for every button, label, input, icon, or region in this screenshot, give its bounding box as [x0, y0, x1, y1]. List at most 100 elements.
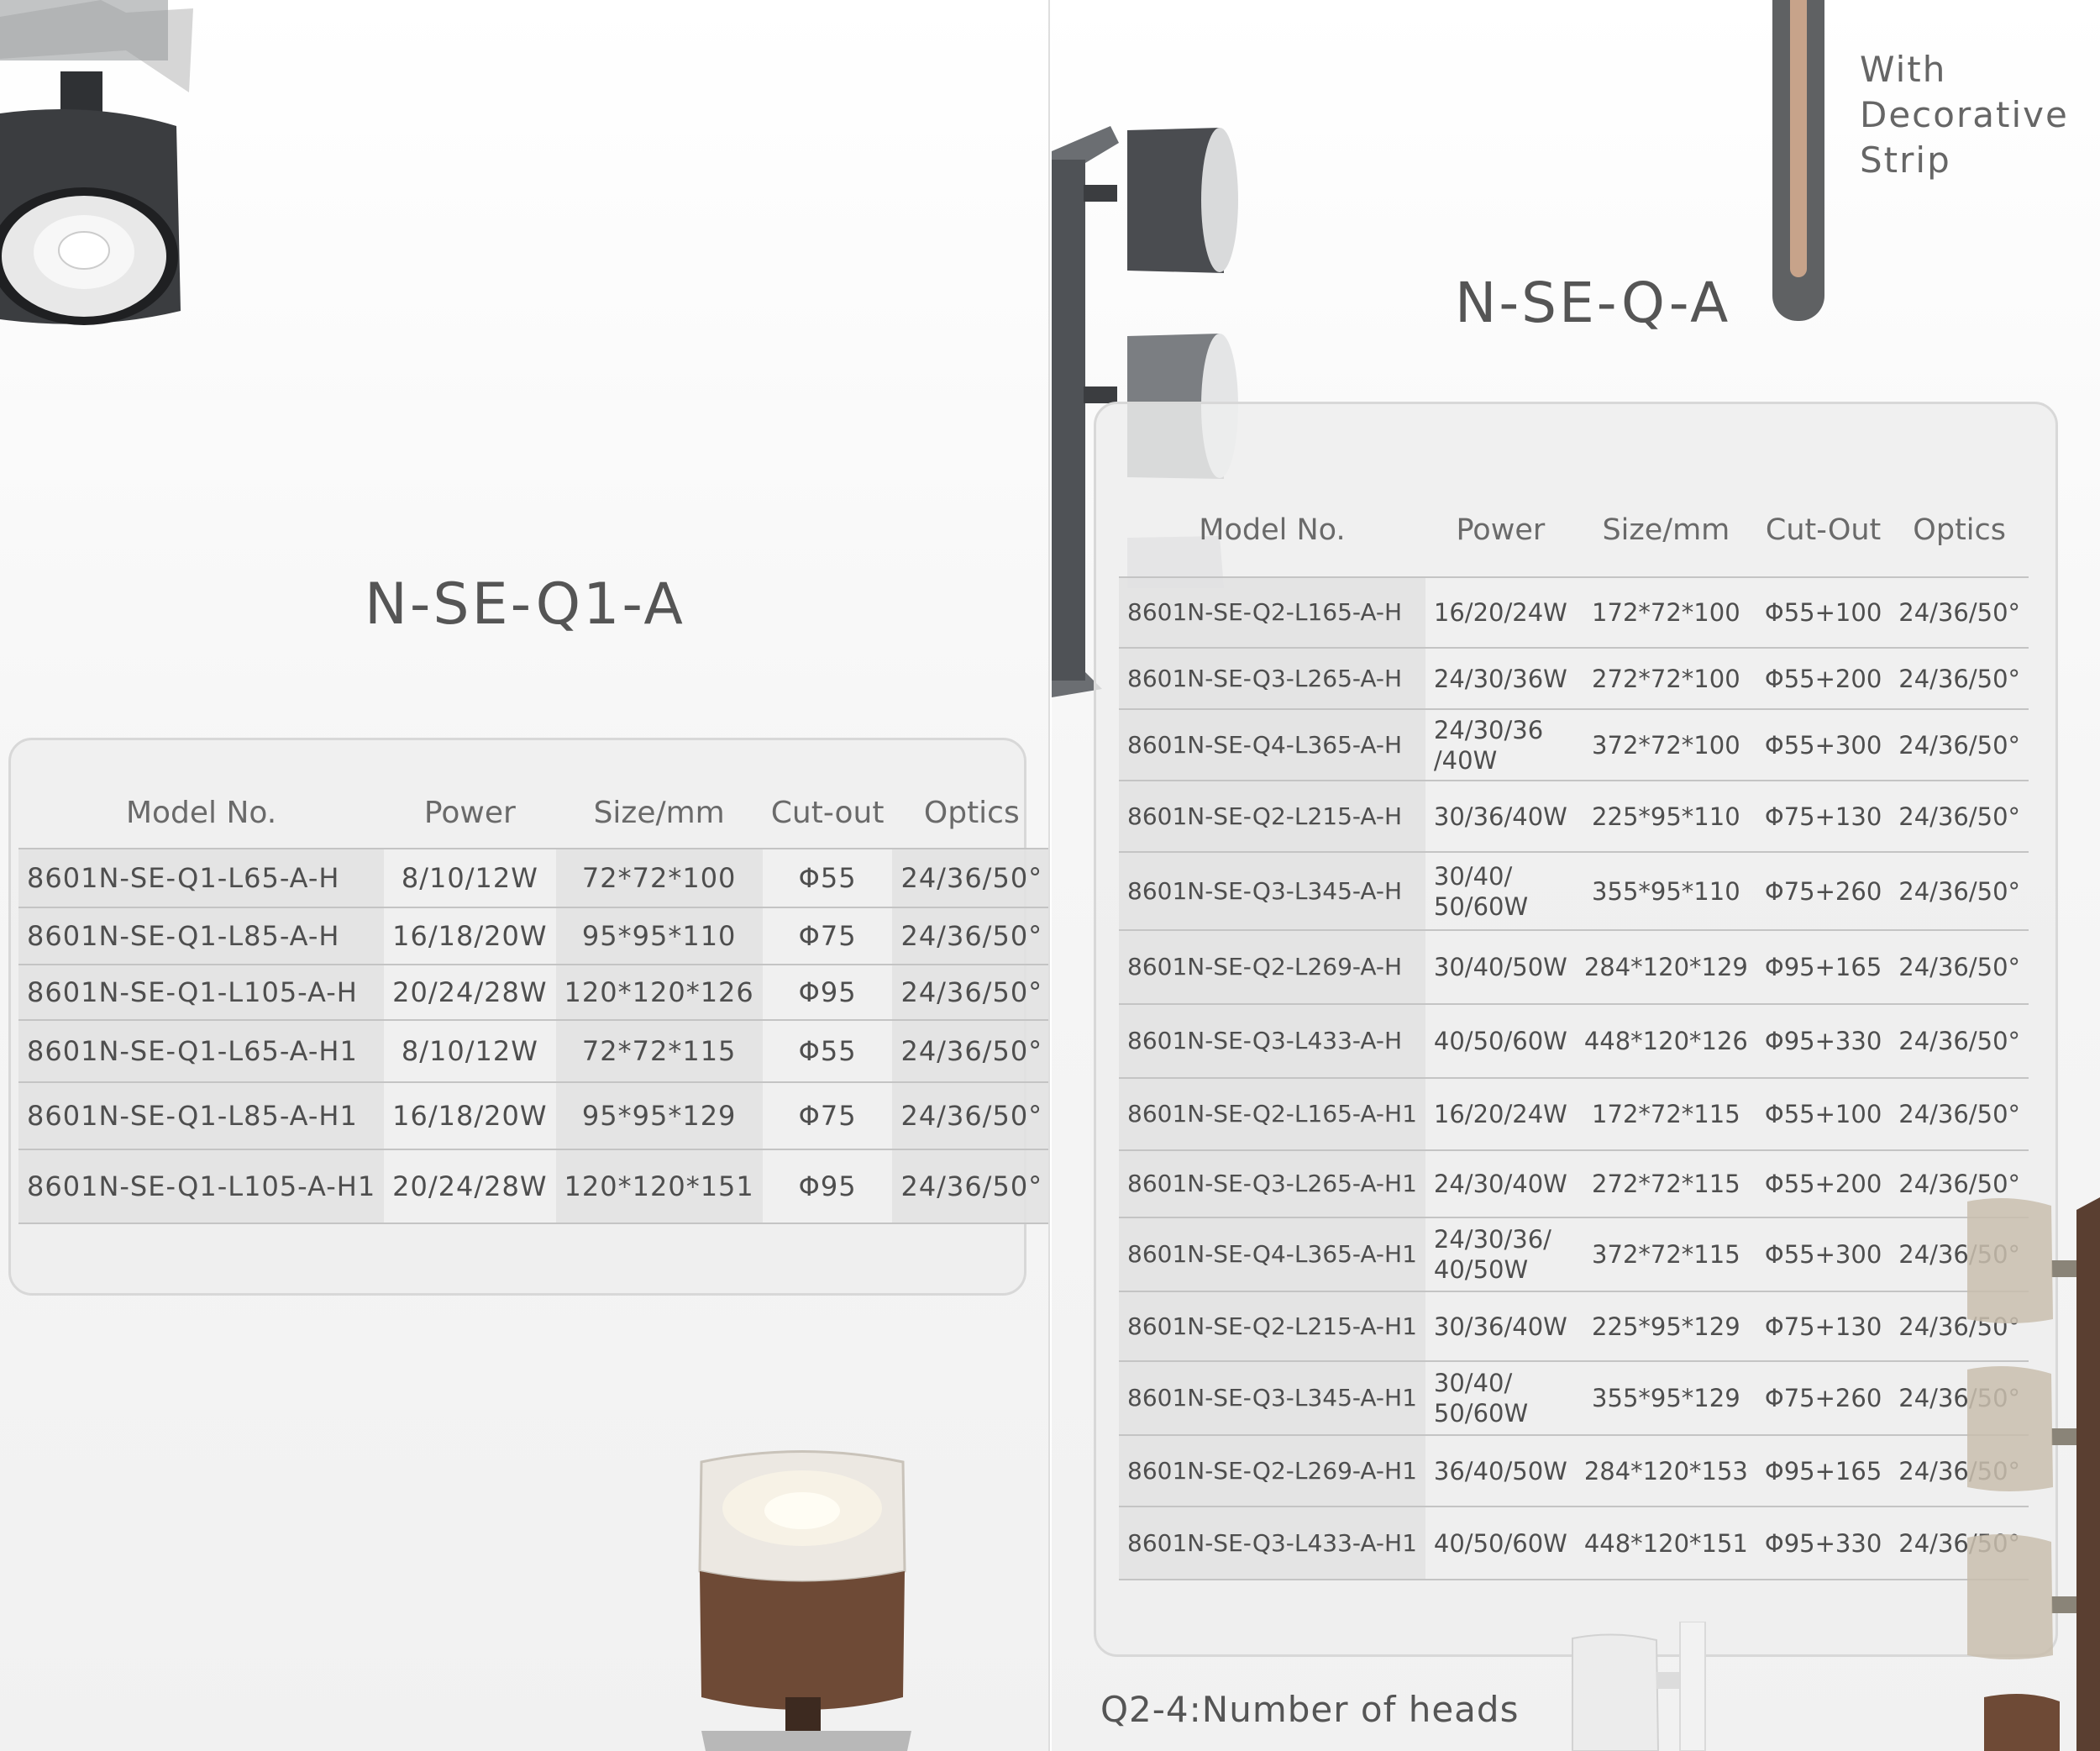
header-model: Model No.	[125, 795, 277, 830]
cell-cutout: Φ55+200	[1764, 1170, 1882, 1198]
cell-cutout: Φ95	[762, 965, 893, 1020]
header-cutout: Cut-Out	[1765, 513, 1882, 547]
cell-size: 225*95*129	[1592, 1312, 1740, 1341]
cell-model: 8601N-SE-Q1-L65-A-H	[18, 849, 385, 907]
cell-power: 24/30/36W	[1433, 664, 1567, 693]
footnote: Q2-4:Number of heads	[1100, 1689, 1520, 1730]
cell-optics: 24/36/50°	[892, 849, 1048, 907]
cell-optics: 24/36/50°	[1898, 876, 2021, 906]
cell-optics: 24/36/50°	[892, 1020, 1048, 1082]
cell-size: 95*95*110	[555, 907, 763, 965]
cell-power: 16/18/20W	[384, 907, 556, 965]
cell-optics: 24/36/50°	[1898, 730, 2021, 760]
decorative-strip	[1772, 0, 1824, 321]
cell-model: 8601N-SE-Q3-L345-A-H1	[1119, 1361, 1425, 1435]
cell-power: 30/40/50W	[1433, 953, 1567, 981]
table-row: 8601N-SE-Q2-L165-A-H1 16/20/24W 172*72*1…	[1119, 1078, 2029, 1150]
cell-power: 24/30/40W	[1433, 1170, 1567, 1198]
table-row: 8601N-SE-Q3-L265-A-H1 24/30/40W 272*72*1…	[1119, 1150, 2029, 1217]
cell-size: 225*95*110	[1592, 802, 1740, 831]
cell-model: 8601N-SE-Q2-L215-A-H	[1119, 781, 1425, 852]
cell-cutout: Φ75	[762, 1082, 893, 1149]
table-row: 8601N-SE-Q3-L265-A-H 24/30/36W 272*72*10…	[1119, 648, 2029, 709]
header-size: Size/mm	[1602, 513, 1730, 547]
cell-size: 172*72*115	[1592, 1100, 1740, 1128]
cell-size: 448*120*151	[1583, 1528, 1748, 1558]
cell-size: 284*120*153	[1583, 1456, 1748, 1485]
cell-optics: 24/36/50°	[1898, 598, 2021, 627]
cell-power: 40/50/60W	[1433, 1027, 1567, 1055]
cell-power: 24/30/36/ 40/50W	[1433, 1225, 1551, 1284]
cell-power: 16/20/24W	[1433, 1100, 1567, 1128]
cell-model: 8601N-SE-Q3-L433-A-H1	[1119, 1506, 1425, 1580]
cell-cutout: Φ75	[762, 907, 893, 965]
cell-size: 448*120*126	[1583, 1027, 1748, 1055]
product-title: N-SE-Q-A	[1455, 271, 1731, 335]
table-row: 8601N-SE-Q3-L433-A-H1 40/50/60W 448*120*…	[1119, 1506, 2029, 1580]
cell-size: 372*72*100	[1592, 730, 1740, 760]
cell-model: 8601N-SE-Q3-L345-A-H	[1119, 852, 1425, 930]
dark-spotlight-image	[0, 0, 193, 325]
cell-power: 40/50/60W	[1433, 1528, 1567, 1558]
cell-optics: 24/36/50°	[1898, 802, 2021, 831]
product-title: N-SE-Q1-A	[365, 571, 685, 638]
cell-size: 120*120*126	[555, 965, 763, 1020]
cell-cutout: Φ95+165	[1764, 953, 1882, 981]
cell-model: 8601N-SE-Q4-L365-A-H1	[1119, 1217, 1425, 1291]
cell-power: 30/36/40W	[1433, 802, 1567, 831]
cell-cutout: Φ75+260	[1764, 876, 1882, 906]
cell-power: 16/20/24W	[1433, 598, 1567, 627]
bronze-spotlight-image	[698, 1450, 911, 1751]
header-power: Power	[423, 795, 516, 830]
table-row: 8601N-SE-Q1-L105-A-H1 20/24/28W 120*120*…	[18, 1149, 1048, 1223]
cell-power: 8/10/12W	[384, 1020, 556, 1082]
table-row: 8601N-SE-Q4-L365-A-H1 24/30/36/ 40/50W 3…	[1119, 1217, 2029, 1291]
cell-cutout: Φ55+100	[1764, 1100, 1882, 1128]
cell-model: 8601N-SE-Q2-L269-A-H	[1119, 930, 1425, 1004]
cell-model: 8601N-SE-Q4-L365-A-H	[1119, 709, 1425, 781]
cell-model: 8601N-SE-Q2-L165-A-H	[1119, 577, 1425, 648]
cell-size: 272*72*115	[1592, 1170, 1740, 1198]
right-page: With Decorative Strip N-SE-Q-A Model No.…	[1052, 0, 2100, 1751]
cell-size: 272*72*100	[1592, 664, 1740, 693]
cell-model: 8601N-SE-Q1-L65-A-H1	[18, 1020, 385, 1082]
cell-optics: 24/36/50°	[892, 1082, 1048, 1149]
cell-cutout: Φ75+260	[1764, 1384, 1882, 1412]
cell-power: 24/30/36 /40W	[1433, 715, 1544, 775]
cell-optics: 24/36/50°	[1898, 1100, 2021, 1128]
cell-size: 355*95*110	[1592, 876, 1740, 906]
cell-optics: 24/36/50°	[1898, 1027, 2021, 1055]
cell-cutout: Φ95	[762, 1149, 893, 1223]
cell-cutout: Φ75+130	[1764, 802, 1882, 831]
cell-cutout: Φ95+330	[1764, 1027, 1882, 1055]
cell-model: 8601N-SE-Q1-L85-A-H1	[18, 1082, 385, 1149]
left-page: N-SE-Q1-A Model No. Power Size/mm Cut-ou…	[0, 0, 1050, 1751]
cell-size: 284*120*129	[1583, 953, 1748, 981]
table-row: 8601N-SE-Q1-L105-A-H 20/24/28W 120*120*1…	[18, 965, 1048, 1020]
cell-model: 8601N-SE-Q1-L105-A-H	[18, 965, 385, 1020]
cell-power: 30/40/ 50/60W	[1433, 861, 1529, 921]
header-power: Power	[1456, 513, 1546, 547]
cell-cutout: Φ55+300	[1764, 730, 1882, 760]
header-optics: Optics	[1913, 513, 2006, 547]
caption-line: Decorative	[1860, 94, 2069, 135]
cell-size: 72*72*115	[555, 1020, 763, 1082]
cell-power: 8/10/12W	[384, 849, 556, 907]
cell-cutout: Φ55	[762, 849, 893, 907]
cell-size: 372*72*115	[1592, 1240, 1740, 1269]
cell-power: 20/24/28W	[384, 1149, 556, 1223]
table-row: 8601N-SE-Q3-L433-A-H 40/50/60W 448*120*1…	[1119, 1004, 2029, 1078]
table-row: 8601N-SE-Q2-L165-A-H 16/20/24W 172*72*10…	[1119, 577, 2029, 648]
decorative-strip-inlay	[1790, 0, 1807, 277]
cell-model: 8601N-SE-Q2-L215-A-H1	[1119, 1291, 1425, 1361]
table-header-row: Model No. Power Size/mm Cut-Out Optics	[1119, 483, 2029, 577]
spec-table: Model No. Power Size/mm Cut-out Optics 8…	[18, 777, 1048, 1224]
table-row: 8601N-SE-Q4-L365-A-H 24/30/36 /40W 372*7…	[1119, 709, 2029, 781]
cell-optics: 24/36/50°	[892, 1149, 1048, 1223]
cell-cutout: Φ95+165	[1764, 1456, 1882, 1485]
cell-model: 8601N-SE-Q3-L265-A-H1	[1119, 1150, 1425, 1217]
caption-line: With	[1860, 49, 1947, 90]
white-fixture-image	[1572, 1622, 1706, 1751]
cell-model: 8601N-SE-Q3-L265-A-H	[1119, 648, 1425, 709]
table-row: 8601N-SE-Q2-L215-A-H1 30/36/40W 225*95*1…	[1119, 1291, 2029, 1361]
